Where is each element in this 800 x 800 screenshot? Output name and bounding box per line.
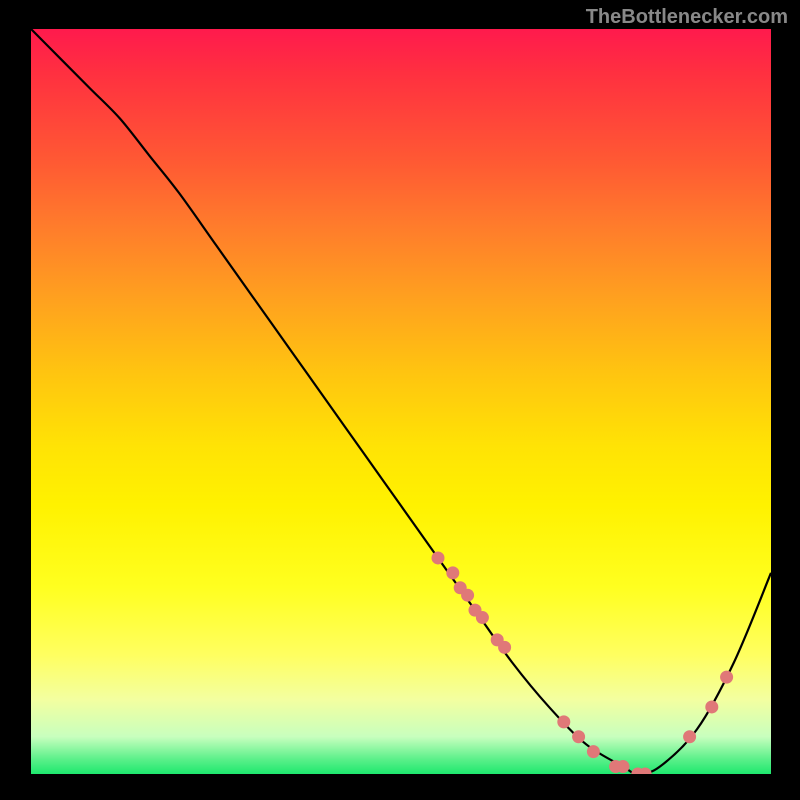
plot-area <box>31 29 771 774</box>
marker-point <box>476 611 489 624</box>
marker-point <box>683 730 696 743</box>
marker-point <box>587 745 600 758</box>
bottleneck-curve <box>31 29 771 774</box>
marker-point <box>432 551 445 564</box>
marker-point <box>498 641 511 654</box>
chart-container: TheBottlenecker.com <box>0 0 800 800</box>
marker-point <box>705 700 718 713</box>
marker-point <box>557 715 570 728</box>
marker-point <box>446 566 459 579</box>
marker-point <box>720 671 733 684</box>
chart-svg <box>31 29 771 774</box>
marker-point <box>461 589 474 602</box>
highlight-markers <box>432 551 734 774</box>
marker-point <box>572 730 585 743</box>
attribution-text: TheBottlenecker.com <box>586 6 788 29</box>
marker-point <box>617 760 630 773</box>
